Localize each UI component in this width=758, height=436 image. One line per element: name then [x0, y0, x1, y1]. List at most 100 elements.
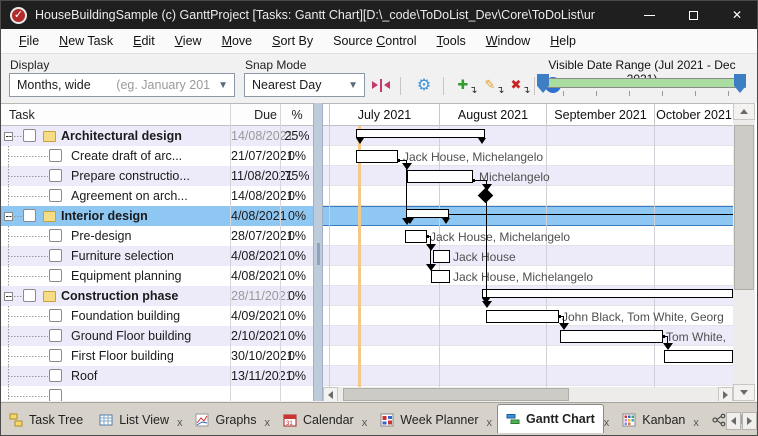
tab-close-icon[interactable]: x — [487, 417, 498, 429]
task-checkbox[interactable] — [49, 269, 62, 282]
settings-button[interactable]: ⚙ — [412, 74, 436, 96]
tab-kanban[interactable]: Kanban — [614, 407, 693, 433]
column-header-task[interactable]: Task — [9, 104, 35, 126]
task-checkbox[interactable] — [23, 209, 36, 222]
delete-dependency-button[interactable]: ✖↴ — [504, 74, 528, 96]
tab-calendar[interactable]: 31Calendar — [275, 407, 362, 433]
scroll-left-button[interactable] — [323, 387, 338, 401]
table-row[interactable]: Equipment planning4/08/20210% — [1, 266, 313, 286]
column-header-due[interactable]: Due — [231, 104, 277, 126]
summary-bar[interactable] — [406, 209, 449, 218]
task-bar[interactable] — [356, 150, 398, 163]
chart-row[interactable] — [323, 246, 733, 266]
task-checkbox[interactable] — [49, 309, 62, 322]
summary-bar[interactable] — [482, 289, 733, 298]
tab-week-planner[interactable]: Week Planner — [372, 407, 486, 433]
task-due-date: 30/10/2021 — [231, 346, 277, 366]
task-checkbox[interactable] — [49, 389, 62, 401]
table-row[interactable] — [1, 386, 313, 401]
tab-close-icon[interactable]: x — [604, 417, 615, 429]
chart-row[interactable] — [323, 366, 733, 386]
table-row[interactable]: Ground Floor building2/10/20210% — [1, 326, 313, 346]
hscroll-thumb[interactable] — [343, 388, 569, 401]
slider-tick — [695, 91, 696, 96]
task-bar[interactable] — [486, 310, 559, 323]
table-row[interactable]: Furniture selection4/08/20210% — [1, 246, 313, 266]
column-header-percent[interactable]: % — [281, 104, 313, 126]
task-checkbox[interactable] — [49, 349, 62, 362]
table-row[interactable]: Pre-design28/07/20210% — [1, 226, 313, 246]
table-row[interactable]: Create draft of arc...21/07/20210% — [1, 146, 313, 166]
table-row[interactable]: Construction phase28/11/20210% — [1, 286, 313, 306]
chart-row[interactable] — [323, 206, 733, 226]
tab-close-icon[interactable]: x — [177, 417, 188, 429]
task-checkbox[interactable] — [23, 129, 36, 142]
chart-vertical-scrollbar[interactable] — [733, 103, 755, 401]
tab-scroll-left-button[interactable] — [726, 412, 741, 430]
snap-mode-combobox[interactable]: Nearest Day ▼ — [244, 73, 365, 97]
task-name — [71, 386, 229, 401]
task-checkbox[interactable] — [49, 229, 62, 242]
task-bar[interactable] — [664, 350, 733, 363]
task-checkbox[interactable] — [49, 149, 62, 162]
task-bar[interactable] — [431, 270, 450, 283]
add-dependency-button[interactable]: ✚↴ — [451, 74, 475, 96]
table-row[interactable]: Interior design4/08/20210% — [1, 206, 313, 226]
settings-gear-icon: ⚙ — [417, 75, 431, 95]
menu-file[interactable]: File — [9, 31, 49, 51]
scroll-right-button[interactable] — [718, 387, 733, 401]
tab-close-icon[interactable]: x — [362, 417, 373, 429]
date-range-slider-right-handle[interactable] — [734, 74, 746, 93]
table-row[interactable]: First Floor building30/10/20210% — [1, 346, 313, 366]
chart-row[interactable] — [323, 186, 733, 206]
tab-task-tree[interactable]: Task Tree — [1, 407, 91, 433]
task-checkbox[interactable] — [49, 369, 62, 382]
task-checkbox[interactable] — [23, 289, 36, 302]
summary-bar[interactable] — [356, 129, 485, 138]
date-range-slider-track[interactable] — [541, 78, 746, 88]
split-handle[interactable] — [313, 103, 323, 401]
table-row[interactable]: Prepare constructio...11/08/202175% — [1, 166, 313, 186]
tab-close-icon[interactable]: x — [693, 417, 704, 429]
table-row[interactable]: Agreement on arch...14/08/20210% — [1, 186, 313, 206]
minimize-button[interactable] — [627, 1, 671, 29]
tab-close-icon[interactable]: x — [264, 417, 275, 429]
tab-gantt-chart[interactable]: Gantt Chart — [497, 404, 604, 433]
column-divider[interactable] — [230, 104, 231, 401]
tab-graphs[interactable]: Graphs — [187, 407, 264, 433]
task-checkbox[interactable] — [49, 169, 62, 182]
tab-label: Gantt Chart — [526, 412, 595, 426]
task-bar[interactable] — [407, 170, 473, 183]
menu-tools[interactable]: Tools — [427, 31, 476, 51]
menu-move[interactable]: Move — [212, 31, 263, 51]
snap-adjust-button[interactable] — [369, 74, 393, 96]
vscroll-thumb[interactable] — [734, 125, 754, 290]
menu-help[interactable]: Help — [540, 31, 586, 51]
tree-line — [8, 296, 22, 297]
menu-view[interactable]: View — [165, 31, 212, 51]
menu-new-task[interactable]: New Task — [49, 31, 123, 51]
display-combobox[interactable]: Months, wide (eg. January 201 ▼ — [9, 73, 235, 97]
table-row[interactable]: Foundation building4/09/20210% — [1, 306, 313, 326]
edit-dependency-button[interactable]: ✎↴ — [478, 74, 502, 96]
task-bar[interactable] — [405, 230, 427, 243]
menu-sort-by[interactable]: Sort By — [262, 31, 323, 51]
scroll-up-button[interactable] — [733, 103, 755, 120]
tab-list-view[interactable]: List View — [91, 407, 177, 433]
task-checkbox[interactable] — [49, 329, 62, 342]
maximize-button[interactable] — [671, 1, 715, 29]
chart-horizontal-scrollbar[interactable] — [323, 387, 733, 401]
menu-edit[interactable]: Edit — [123, 31, 165, 51]
task-checkbox[interactable] — [49, 249, 62, 262]
tab-scroll-right-button[interactable] — [742, 412, 757, 430]
column-divider[interactable] — [280, 104, 281, 401]
close-button[interactable]: ✕ — [715, 1, 758, 29]
task-bar[interactable] — [433, 250, 450, 263]
task-checkbox[interactable] — [49, 189, 62, 202]
menu-source-control[interactable]: Source Control — [323, 31, 426, 51]
scroll-down-button[interactable] — [733, 384, 755, 401]
table-row[interactable]: Architectural design14/08/202125% — [1, 126, 313, 146]
task-bar[interactable] — [560, 330, 663, 343]
menu-window[interactable]: Window — [476, 31, 540, 51]
table-row[interactable]: Roof13/11/20210% — [1, 366, 313, 386]
